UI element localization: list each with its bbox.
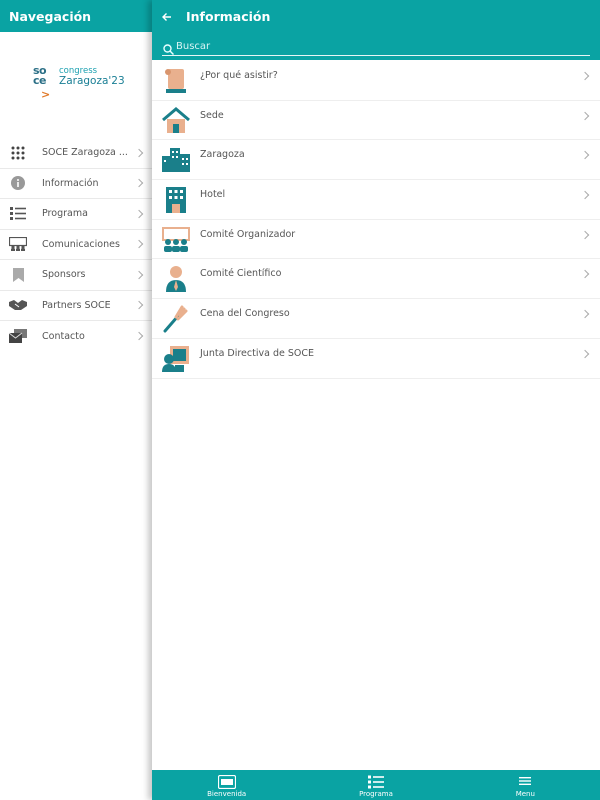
house-icon — [162, 106, 190, 135]
chevron-right-icon — [580, 349, 590, 359]
info-item-comite-organizador[interactable]: Comité Organizador — [152, 220, 600, 260]
fork-icon — [162, 305, 190, 333]
hotel-icon — [162, 186, 190, 214]
person-icon — [162, 265, 190, 293]
nav-header-title: Navegación — [0, 0, 152, 32]
nav-item-soce-zaragoza[interactable]: SOCE Zaragoza ... — [0, 138, 152, 169]
info-list: ¿Por qué asistir? Sede Zaragoza Hotel Co… — [152, 61, 600, 379]
chevron-right-icon — [580, 190, 590, 200]
main-header: Información — [152, 0, 600, 60]
tab-label: Menu — [515, 790, 535, 798]
chevron-right-icon — [134, 148, 144, 157]
tab-menu[interactable]: Menu — [451, 770, 600, 800]
info-item-zaragoza[interactable]: Zaragoza — [152, 140, 600, 181]
nav-item-label: Programa — [42, 208, 88, 220]
chevron-right-icon — [134, 240, 144, 249]
grid-icon — [9, 145, 27, 161]
tab-programa[interactable]: Programa — [301, 770, 450, 800]
bottom-tab-bar: Bienvenida Programa Menu — [152, 770, 600, 800]
nav-item-label: Sponsors — [42, 269, 86, 281]
chevron-right-icon — [580, 309, 590, 319]
logo-mark: so ce — [33, 64, 47, 87]
chevron-right-icon — [134, 209, 144, 218]
chevron-right-icon — [134, 179, 144, 188]
chevron-right-icon — [134, 301, 144, 310]
bookmark-icon — [9, 267, 27, 283]
info-item-label: ¿Por qué asistir? — [200, 70, 278, 81]
chevron-right-icon — [580, 230, 590, 239]
nav-item-programa[interactable]: Programa — [0, 199, 152, 230]
nav-item-partners-soce[interactable]: Partners SOCE — [0, 291, 152, 321]
mail-icon — [9, 328, 27, 344]
list-icon — [9, 206, 27, 222]
soce-congress-logo: so ce > congress Zaragoza'23 — [33, 64, 133, 101]
nav-item-comunicaciones[interactable]: Comunicaciones — [0, 230, 152, 260]
id-card-icon — [217, 774, 236, 790]
chevron-right-icon — [580, 71, 590, 81]
page-title: Información — [186, 9, 271, 24]
board-icon — [162, 345, 190, 373]
logo-arrow: > — [41, 88, 51, 101]
search-icon — [163, 40, 175, 56]
nav-item-informacion[interactable]: Información — [0, 169, 152, 199]
chevron-right-icon — [580, 151, 590, 160]
nav-item-label: Contacto — [42, 330, 85, 342]
navigation-drawer: Navegación so ce > congress Zaragoza'23 … — [0, 0, 152, 800]
info-item-sede[interactable]: Sede — [152, 101, 600, 141]
info-item-label: Zaragoza — [200, 149, 245, 161]
hamburger-icon — [516, 774, 534, 788]
logo-zaragoza-text: Zaragoza'23 — [59, 75, 125, 87]
info-icon — [9, 175, 27, 191]
chevron-right-icon — [134, 270, 144, 279]
nav-item-sponsors[interactable]: Sponsors — [0, 260, 152, 291]
nav-item-label: SOCE Zaragoza ... — [42, 147, 128, 159]
info-item-label: Comité Organizador — [200, 228, 296, 240]
info-item-label: Cena del Congreso — [200, 308, 290, 320]
tab-label: Bienvenida — [207, 790, 247, 798]
info-item-cena-del-congreso[interactable]: Cena del Congreso — [152, 299, 600, 339]
main-panel: Información ¿Por qué asistir? Sede — [152, 0, 600, 800]
tab-bienvenida[interactable]: Bienvenida — [152, 770, 301, 800]
list-icon — [367, 774, 385, 789]
info-item-label: Hotel — [200, 189, 226, 201]
search-input[interactable] — [176, 38, 576, 55]
city-icon — [162, 146, 190, 174]
chevron-right-icon — [580, 270, 590, 279]
scroll-icon — [162, 67, 190, 95]
chevron-right-icon — [580, 111, 590, 120]
nav-item-contacto[interactable]: Contacto — [0, 321, 152, 352]
info-item-junta-directiva[interactable]: Junta Directiva de SOCE — [152, 339, 600, 379]
nav-item-label: Partners SOCE — [42, 299, 111, 311]
info-item-comite-cientifico[interactable]: Comité Científico — [152, 259, 600, 300]
handshake-icon — [9, 297, 27, 313]
info-item-label: Sede — [200, 109, 224, 121]
back-arrow-icon[interactable] — [158, 8, 176, 26]
info-item-label: Comité Científico — [200, 268, 282, 280]
search-bar — [162, 38, 590, 56]
info-item-label: Junta Directiva de SOCE — [200, 347, 314, 359]
chevron-right-icon — [134, 332, 144, 341]
tab-label: Programa — [359, 790, 393, 798]
nav-list: SOCE Zaragoza ... Información Programa C… — [0, 138, 152, 352]
presentation-icon — [9, 236, 27, 252]
nav-item-label: Comunicaciones — [42, 238, 120, 250]
nav-item-label: Información — [42, 177, 99, 189]
group-icon — [162, 226, 190, 254]
info-item-por-que-asistir[interactable]: ¿Por qué asistir? — [152, 61, 600, 101]
info-item-hotel[interactable]: Hotel — [152, 180, 600, 220]
